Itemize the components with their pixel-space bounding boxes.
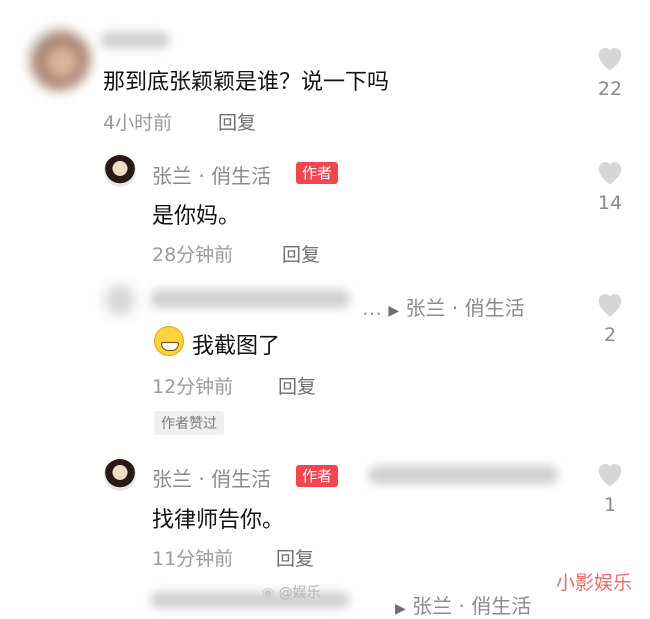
weibo-logo-icon: ◉ xyxy=(262,585,275,601)
reply-target[interactable]: ▶ 张兰 · 俏生活 xyxy=(395,590,531,619)
reply-target[interactable]: … ▶ 张兰 · 俏生活 xyxy=(362,292,525,321)
triangle-right-icon: ▶ xyxy=(395,601,406,617)
comment-text: 是你妈。 xyxy=(152,204,241,229)
grinning-face-icon xyxy=(154,326,184,356)
author-badge: 作者 xyxy=(296,162,339,184)
comment-username[interactable]: 张兰 · 俏生活 xyxy=(152,160,271,189)
comment-text: 找律师告你。 xyxy=(152,508,285,533)
reply-button[interactable]: 回复 xyxy=(218,108,256,135)
avatar[interactable] xyxy=(104,284,136,316)
comment-text: 我截图了 xyxy=(192,334,281,359)
heart-icon[interactable] xyxy=(595,290,625,318)
avatar[interactable] xyxy=(104,459,136,491)
username-blurred[interactable] xyxy=(150,290,350,308)
like-count: 1 xyxy=(603,494,617,516)
reply-button[interactable]: 回复 xyxy=(278,372,316,399)
weibo-watermark: ◉ @娱乐 xyxy=(262,585,321,601)
comment-username[interactable]: 张兰 · 俏生活 xyxy=(152,463,271,492)
comment-time: 4小时前 xyxy=(103,112,173,134)
comment-text: 那到底张颖颖是谁？说一下吗 xyxy=(103,70,390,95)
triangle-right-icon: ▶ xyxy=(388,303,400,319)
comment-time: 11分钟前 xyxy=(152,548,234,570)
avatar[interactable] xyxy=(28,28,90,90)
reply-target-blurred[interactable] xyxy=(368,466,558,484)
heart-icon[interactable] xyxy=(595,460,625,488)
corner-watermark: 小影娱乐 xyxy=(556,572,633,594)
like-count: 14 xyxy=(597,192,623,214)
like-count: 22 xyxy=(597,78,623,100)
comment-time: 12分钟前 xyxy=(152,376,234,398)
heart-icon[interactable] xyxy=(595,158,625,186)
username-blurred[interactable] xyxy=(100,32,170,48)
comment-time: 28分钟前 xyxy=(152,244,234,266)
avatar[interactable] xyxy=(104,155,136,187)
reply-button[interactable]: 回复 xyxy=(282,240,320,267)
heart-icon[interactable] xyxy=(595,44,625,72)
author-badge: 作者 xyxy=(296,465,339,487)
author-liked-badge: 作者赞过 xyxy=(154,411,224,435)
reply-button[interactable]: 回复 xyxy=(276,544,314,571)
like-count: 2 xyxy=(603,324,617,346)
